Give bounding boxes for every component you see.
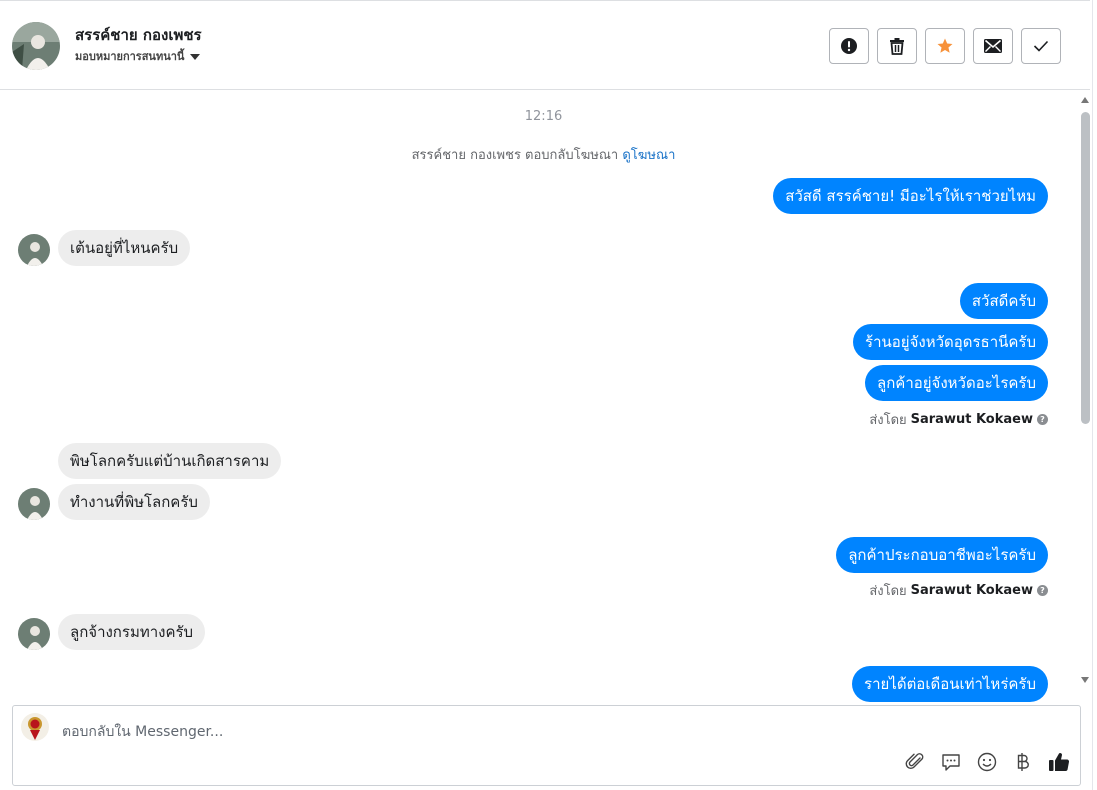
thumbs-up-icon [1049, 753, 1070, 772]
sent-by-prefix: ส่งโดย [869, 584, 907, 599]
delete-button[interactable] [877, 28, 917, 64]
message-timestamp: 12:16 [524, 109, 563, 124]
scroll-up-arrow-icon[interactable] [1081, 97, 1089, 103]
message-bubble-outgoing[interactable]: สวัสดีครับ [959, 283, 1048, 319]
message-bubble-outgoing[interactable]: ร้านอยู่จังหวัดอุดรธานีครับ [853, 324, 1048, 360]
attach-button[interactable] [904, 751, 926, 773]
caret-down-icon [190, 53, 201, 60]
scroll-down-arrow-icon[interactable] [1081, 677, 1089, 683]
sent-by-name: Sarawut Kokaew [910, 412, 1033, 427]
message-thread[interactable]: 12:16 สรรค์ชาย กองเพชร ตอบกลับโฆษณา ดูโฆ… [0, 91, 1078, 703]
saved-replies-button[interactable] [940, 751, 962, 773]
sent-by-name: Sarawut Kokaew [910, 583, 1033, 598]
message-bubble-outgoing[interactable]: รายได้ต่อเดือนเท่าไหร่ครับ [852, 666, 1048, 702]
message-bubble-incoming[interactable]: เต้นอยู่ที่ไหนครับ [58, 230, 191, 266]
mark-unread-button[interactable] [973, 28, 1013, 64]
conversation-header: สรรค์ชาย กองเพชร มอบหมายการสนทนานี้ [0, 0, 1090, 90]
star-icon [937, 38, 953, 53]
spam-icon [841, 38, 857, 54]
sent-by-prefix: ส่งโดย [869, 413, 907, 428]
contact-avatar-small [18, 618, 50, 650]
mark-done-button[interactable] [1021, 28, 1061, 64]
paperclip-icon [905, 753, 924, 770]
message-bubble-outgoing[interactable]: ลูกค้าประกอบอาชีพอะไรครับ [836, 537, 1048, 573]
contact-name: สรรค์ชาย กองเพชร [75, 26, 202, 44]
saved-reply-icon [942, 754, 960, 771]
payment-button[interactable] [1012, 751, 1034, 773]
contact-avatar-small [18, 488, 50, 520]
window-edge [1092, 0, 1097, 790]
envelope-icon [984, 39, 1002, 53]
reply-input[interactable]: ตอบกลับใน Messenger... [62, 721, 223, 743]
help-icon[interactable]: ? [1037, 414, 1048, 425]
composer-toolbar [904, 751, 1070, 773]
sent-by-label: ส่งโดย Sarawut Kokaew ? [869, 409, 1048, 430]
help-icon[interactable]: ? [1037, 585, 1048, 596]
reply-composer[interactable]: ตอบกลับใน Messenger... [12, 705, 1081, 786]
view-ad-link[interactable]: ดูโฆษณา [622, 148, 675, 163]
contact-avatar-small [18, 234, 50, 266]
scrollbar-thumb[interactable] [1081, 112, 1090, 424]
ad-reply-notice: สรรค์ชาย กองเพชร ตอบกลับโฆษณา ดูโฆษณา [0, 144, 1078, 165]
conversation-actions [829, 28, 1061, 64]
emoji-icon [977, 752, 997, 772]
star-button[interactable] [925, 28, 965, 64]
assign-label: มอบหมายการสนทนานี้ [75, 50, 185, 63]
message-bubble-outgoing[interactable]: สวัสดี สรรค์ชาย! มีอะไรให้เราช่วยไหม [773, 178, 1048, 214]
assign-conversation-dropdown[interactable]: มอบหมายการสนทนานี้ [75, 47, 201, 65]
check-icon [1033, 40, 1049, 52]
baht-icon [1017, 753, 1029, 771]
sent-by-label: ส่งโดย Sarawut Kokaew ? [869, 580, 1048, 601]
page-avatar [21, 713, 49, 741]
like-button[interactable] [1048, 751, 1070, 773]
mark-spam-button[interactable] [829, 28, 869, 64]
contact-avatar[interactable] [12, 22, 60, 70]
ad-reply-text: สรรค์ชาย กองเพชร ตอบกลับโฆษณา [411, 148, 619, 163]
message-bubble-incoming[interactable]: ทำงานที่พิษโลกครับ [58, 484, 210, 520]
message-bubble-incoming[interactable]: ลูกจ้างกรมทางครับ [58, 614, 206, 650]
trash-icon [890, 38, 904, 55]
message-bubble-incoming[interactable]: พิษโลกครับแต่บ้านเกิดสารคาม [58, 443, 282, 479]
message-bubble-outgoing[interactable]: ลูกค้าอยู่จังหวัดอะไรครับ [865, 365, 1048, 401]
emoji-button[interactable] [976, 751, 998, 773]
